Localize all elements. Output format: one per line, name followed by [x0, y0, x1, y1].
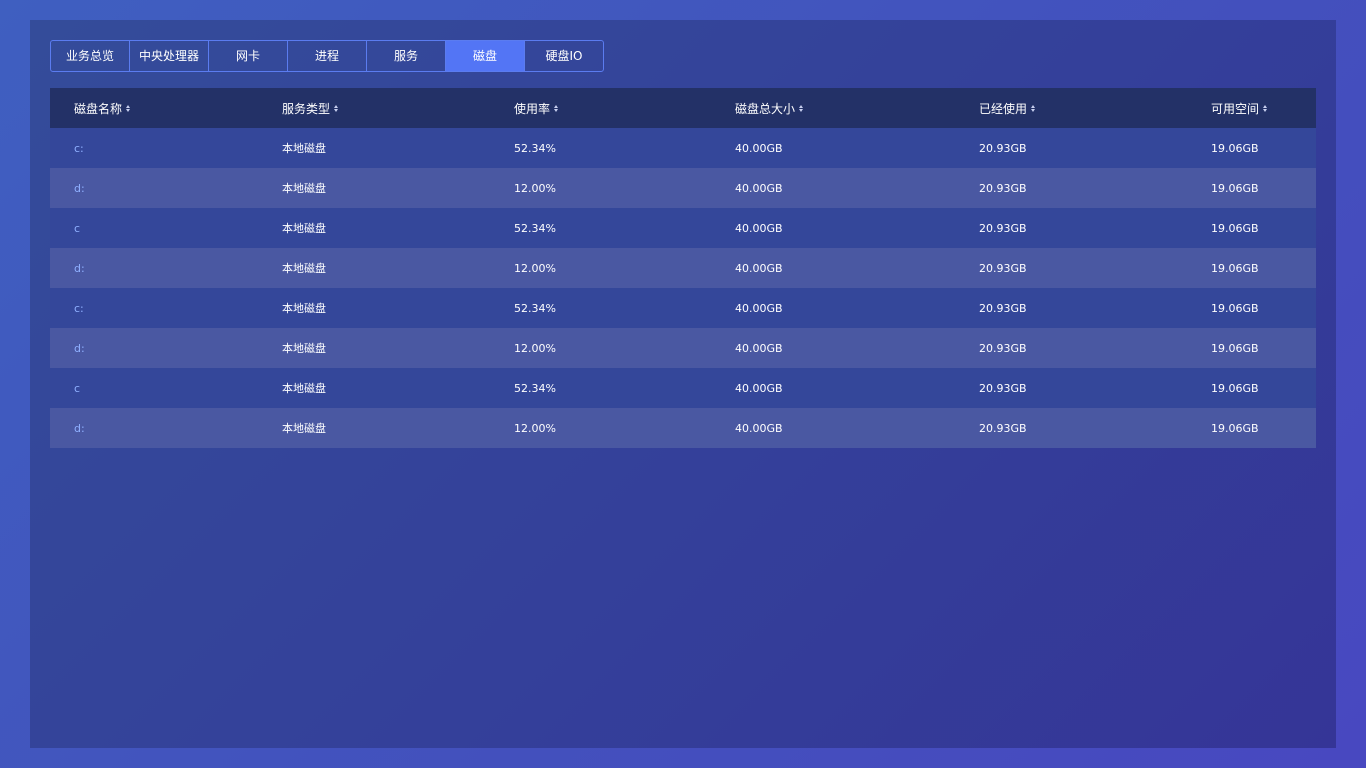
sort-icon[interactable]: [799, 103, 805, 113]
cell-total-size: 40.00GB: [735, 181, 783, 195]
cell-disk-name[interactable]: d:: [50, 182, 282, 195]
tab-disk[interactable]: 磁盘: [446, 41, 525, 71]
cell-usage: 12.00%: [514, 261, 556, 275]
cell-service-type: 本地磁盘: [282, 142, 326, 155]
cell-available: 19.06GB: [1211, 141, 1259, 155]
column-header-label: 可用空间: [1211, 101, 1260, 116]
cell-usage: 52.34%: [514, 221, 556, 235]
column-header-label: 已经使用: [979, 101, 1028, 116]
table-row[interactable]: c 本地磁盘 52.34% 40.00GB 20.93GB 19.06GB: [50, 368, 1316, 408]
sort-icon[interactable]: [334, 103, 340, 113]
sort-icon[interactable]: [126, 103, 132, 113]
cell-available: 19.06GB: [1211, 261, 1259, 275]
table-row[interactable]: c: 本地磁盘 52.34% 40.00GB 20.93GB 19.06GB: [50, 128, 1316, 168]
table-row[interactable]: d: 本地磁盘 12.00% 40.00GB 20.93GB 19.06GB: [50, 168, 1316, 208]
cell-disk-name[interactable]: c: [50, 222, 282, 235]
table-row[interactable]: d: 本地磁盘 12.00% 40.00GB 20.93GB 19.06GB: [50, 408, 1316, 448]
cell-total-size: 40.00GB: [735, 141, 783, 155]
cell-service-type: 本地磁盘: [282, 302, 326, 315]
cell-used: 20.93GB: [979, 301, 1027, 315]
cell-service-type: 本地磁盘: [282, 182, 326, 195]
cell-available: 19.06GB: [1211, 341, 1259, 355]
cell-service-type: 本地磁盘: [282, 422, 326, 435]
tab-overview[interactable]: 业务总览: [51, 41, 130, 71]
cell-available: 19.06GB: [1211, 301, 1259, 315]
cell-service-type: 本地磁盘: [282, 382, 326, 395]
cell-total-size: 40.00GB: [735, 301, 783, 315]
cell-total-size: 40.00GB: [735, 221, 783, 235]
column-header-service-type[interactable]: 服务类型: [282, 100, 514, 117]
table-row[interactable]: c 本地磁盘 52.34% 40.00GB 20.93GB 19.06GB: [50, 208, 1316, 248]
tab-cpu[interactable]: 中央处理器: [130, 41, 209, 71]
cell-total-size: 40.00GB: [735, 421, 783, 435]
cell-used: 20.93GB: [979, 141, 1027, 155]
cell-usage: 52.34%: [514, 301, 556, 315]
cell-used: 20.93GB: [979, 181, 1027, 195]
cell-used: 20.93GB: [979, 261, 1027, 275]
cell-disk-name[interactable]: d:: [50, 342, 282, 355]
column-header-total-size[interactable]: 磁盘总大小: [735, 100, 979, 117]
column-header-label: 服务类型: [282, 101, 331, 116]
tab-network-card[interactable]: 网卡: [209, 41, 288, 71]
disk-table: 磁盘名称 服务类型 使用率 磁盘总大小 已经使用 可用空间 c: 本地磁盘 52…: [50, 88, 1316, 448]
main-panel: 业务总览 中央处理器 网卡 进程 服务 磁盘 硬盘IO 磁盘名称 服务类型 使用…: [30, 20, 1336, 748]
cell-used: 20.93GB: [979, 221, 1027, 235]
cell-usage: 52.34%: [514, 141, 556, 155]
table-row[interactable]: c: 本地磁盘 52.34% 40.00GB 20.93GB 19.06GB: [50, 288, 1316, 328]
cell-service-type: 本地磁盘: [282, 222, 326, 235]
column-header-usage[interactable]: 使用率: [514, 100, 735, 117]
column-header-disk-name[interactable]: 磁盘名称: [50, 100, 282, 117]
cell-total-size: 40.00GB: [735, 381, 783, 395]
cell-usage: 52.34%: [514, 381, 556, 395]
cell-available: 19.06GB: [1211, 421, 1259, 435]
cell-usage: 12.00%: [514, 341, 556, 355]
cell-available: 19.06GB: [1211, 221, 1259, 235]
tab-process[interactable]: 进程: [288, 41, 367, 71]
cell-total-size: 40.00GB: [735, 341, 783, 355]
cell-available: 19.06GB: [1211, 181, 1259, 195]
cell-disk-name[interactable]: c:: [50, 142, 282, 155]
sort-icon[interactable]: [1263, 103, 1269, 113]
column-header-used[interactable]: 已经使用: [979, 100, 1211, 117]
cell-available: 19.06GB: [1211, 381, 1259, 395]
cell-used: 20.93GB: [979, 381, 1027, 395]
table-row[interactable]: d: 本地磁盘 12.00% 40.00GB 20.93GB 19.06GB: [50, 328, 1316, 368]
table-row[interactable]: d: 本地磁盘 12.00% 40.00GB 20.93GB 19.06GB: [50, 248, 1316, 288]
cell-used: 20.93GB: [979, 341, 1027, 355]
cell-used: 20.93GB: [979, 421, 1027, 435]
tab-bar: 业务总览 中央处理器 网卡 进程 服务 磁盘 硬盘IO: [50, 40, 604, 72]
sort-icon[interactable]: [554, 103, 560, 113]
cell-service-type: 本地磁盘: [282, 262, 326, 275]
tab-disk-io[interactable]: 硬盘IO: [525, 41, 603, 71]
cell-disk-name[interactable]: d:: [50, 262, 282, 275]
cell-disk-name[interactable]: c: [50, 382, 282, 395]
cell-disk-name[interactable]: c:: [50, 302, 282, 315]
cell-disk-name[interactable]: d:: [50, 422, 282, 435]
column-header-label: 磁盘总大小: [735, 101, 796, 116]
cell-usage: 12.00%: [514, 181, 556, 195]
cell-usage: 12.00%: [514, 421, 556, 435]
table-header: 磁盘名称 服务类型 使用率 磁盘总大小 已经使用 可用空间: [50, 88, 1316, 128]
column-header-label: 使用率: [514, 101, 551, 116]
sort-icon[interactable]: [1031, 103, 1037, 113]
column-header-label: 磁盘名称: [74, 101, 123, 116]
cell-service-type: 本地磁盘: [282, 342, 326, 355]
cell-total-size: 40.00GB: [735, 261, 783, 275]
column-header-available[interactable]: 可用空间: [1211, 100, 1316, 117]
tab-service[interactable]: 服务: [367, 41, 446, 71]
